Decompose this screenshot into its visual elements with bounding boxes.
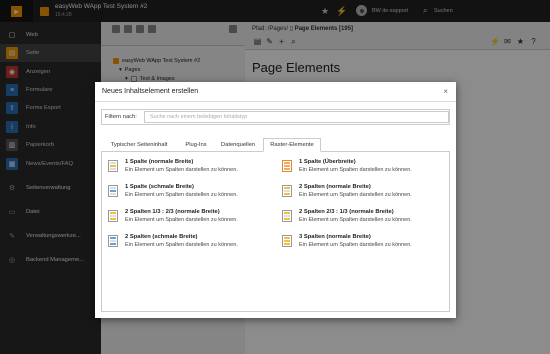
filter-label: Filtern nach: [105, 114, 137, 120]
close-icon[interactable]: × [443, 87, 448, 96]
grid-icon [282, 160, 292, 172]
element-2-spalten-schmal[interactable]: 2 Spalten (schmale Breite) Ein Element u… [108, 233, 278, 255]
element-2-spalten-normal[interactable]: 2 Spalten (normale Breite) Ein Element u… [282, 183, 452, 205]
tab-panel-raster-elemente: 1 Spalte (normale Breite) Ein Element um… [101, 152, 450, 312]
modal-header: Neues Inhaltselement erstellen × [95, 82, 456, 102]
tab-raster-elemente[interactable]: Raster-Elemente [263, 138, 321, 152]
grid-icon [282, 210, 292, 222]
element-3-spalten-normal[interactable]: 3 Spalten (normale Breite) Ein Element u… [282, 233, 452, 255]
tab-datenquellen[interactable]: Datenquellen [215, 138, 261, 152]
filter-input[interactable] [144, 111, 449, 123]
filter-box: Filtern nach: [101, 109, 450, 125]
tab-bar: Typischer Seiteninhalt Plug-Ins Datenque… [101, 138, 450, 152]
element-2-spalten-1-3-2-3[interactable]: 2 Spalten 1/3 : 2/3 (normale Breite) Ein… [108, 208, 278, 230]
modal-title: Neues Inhaltselement erstellen [102, 88, 199, 95]
grid-icon [282, 235, 292, 247]
element-1-spalte-schmal[interactable]: 1 Spalte (schmale Breite) Ein Element um… [108, 183, 278, 205]
element-1-spalte-ueberbreite[interactable]: 1 Spalte (Überbreite) Ein Element um Spa… [282, 158, 452, 180]
grid-icon [108, 160, 118, 172]
grid-icon [108, 210, 118, 222]
tab-plug-ins[interactable]: Plug-Ins [177, 138, 215, 152]
grid-icon [108, 235, 118, 247]
element-1-spalte-normal[interactable]: 1 Spalte (normale Breite) Ein Element um… [108, 158, 278, 180]
grid-icon [108, 185, 118, 197]
new-content-element-dialog: Neues Inhaltselement erstellen × Filtern… [95, 82, 456, 318]
tab-typischer-seiteninhalt[interactable]: Typischer Seiteninhalt [101, 138, 177, 152]
grid-icon [282, 185, 292, 197]
element-2-spalten-2-3-1-3[interactable]: 2 Spalten 2/3 : 1/3 (normale Breite) Ein… [282, 208, 452, 230]
